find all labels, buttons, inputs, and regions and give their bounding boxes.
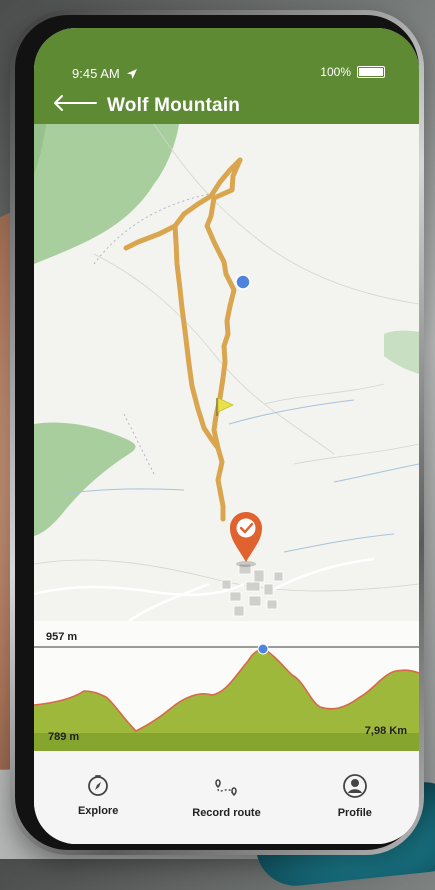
current-position-marker[interactable]	[235, 274, 251, 290]
nav-item-profile[interactable]: Profile	[300, 773, 410, 819]
forest-area	[34, 422, 136, 536]
max-elevation-label: 957 m	[46, 631, 78, 643]
map-canvas[interactable]	[34, 124, 419, 621]
phone-bezel: 9:45 AM 100% Wolf Mountain 957 m 789 m 7…	[15, 15, 419, 850]
map-view[interactable]	[34, 124, 419, 621]
status-time-text: 9:45 AM	[72, 66, 120, 81]
app-screen: 9:45 AM 100% Wolf Mountain 957 m 789 m 7…	[34, 28, 419, 844]
page-title: Wolf Mountain	[107, 95, 241, 116]
nav-label-explore: Explore	[77, 805, 119, 817]
phone-frame: 9:45 AM 100% Wolf Mountain 957 m 789 m 7…	[10, 10, 424, 855]
roads	[34, 557, 375, 621]
battery-text: 100%	[320, 65, 351, 79]
destination-marker-icon[interactable]	[230, 512, 262, 567]
route-icon	[215, 779, 238, 797]
battery-icon	[357, 66, 385, 78]
bottom-nav: Explore Record route Profile	[34, 751, 419, 844]
app-header: 9:45 AM 100% Wolf Mountain	[34, 28, 419, 124]
elevation-chart	[34, 643, 419, 751]
nav-label-profile: Profile	[337, 807, 372, 819]
hiking-route	[123, 157, 243, 522]
forest-area	[34, 124, 179, 264]
compass-icon	[88, 775, 109, 796]
nav-item-explore[interactable]: Explore	[43, 773, 153, 817]
arrow-left-icon	[54, 95, 97, 111]
forest-area	[384, 330, 419, 374]
nav-label-record-route: Record route	[192, 807, 261, 819]
nav-item-record-route[interactable]: Record route	[171, 773, 281, 819]
user-icon	[342, 774, 367, 798]
min-elevation-band	[34, 733, 419, 751]
status-battery: 100%	[320, 65, 385, 79]
location-arrow-icon	[126, 68, 137, 79]
distance-label: 7,98 Km	[364, 725, 407, 737]
flag-icon	[217, 397, 234, 413]
min-elevation-label: 789 m	[48, 731, 80, 743]
status-time: 9:45 AM	[72, 66, 138, 81]
elevation-position-marker[interactable]	[257, 643, 269, 655]
elevation-profile[interactable]: 957 m 789 m 7,98 Km	[34, 621, 419, 751]
back-button[interactable]	[52, 94, 98, 117]
